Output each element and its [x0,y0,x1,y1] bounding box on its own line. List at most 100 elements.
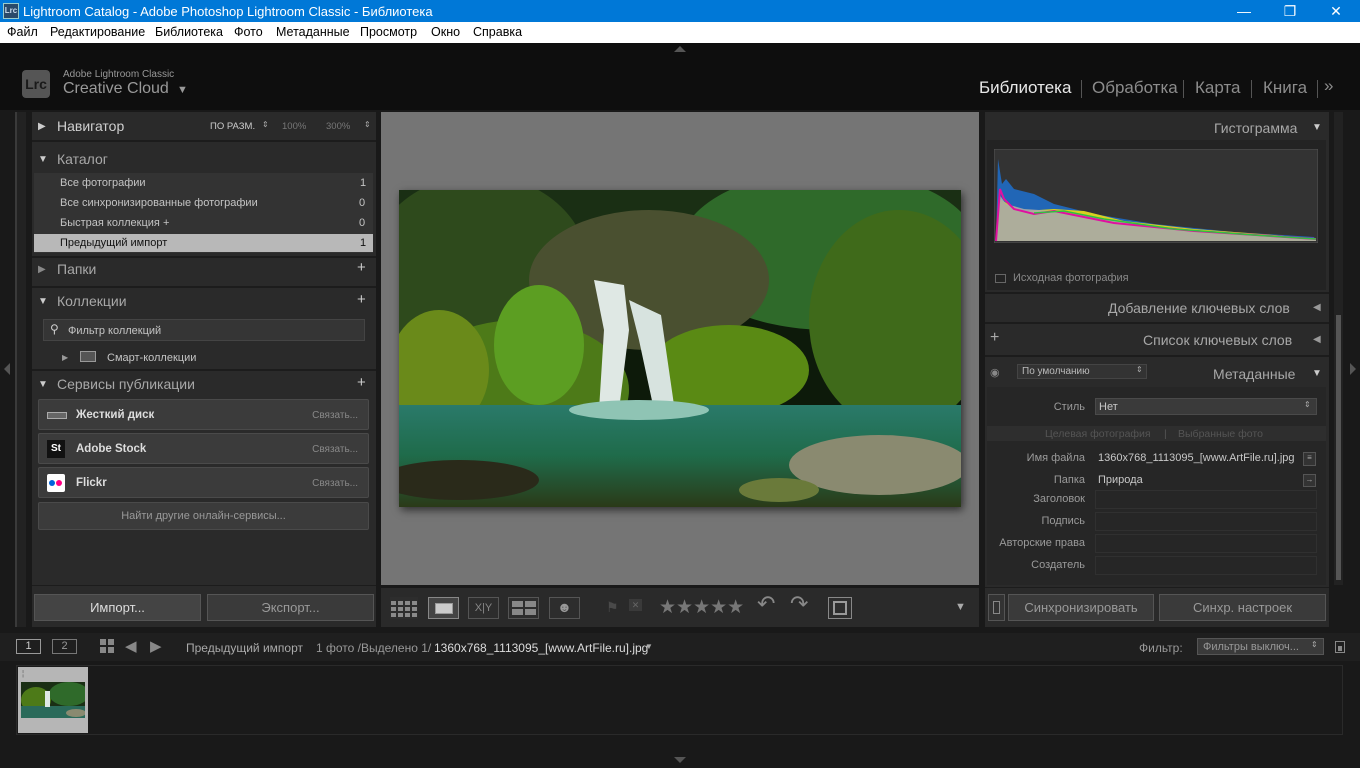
style-select[interactable] [1095,398,1317,415]
selected-photos-tab[interactable]: Выбранные фото [1178,428,1263,440]
loupe-view-icon[interactable] [428,597,459,619]
second-window-button[interactable]: 2 [52,639,77,654]
copyright-field[interactable] [1095,534,1317,553]
collapse-bottom-icon[interactable] [674,757,686,763]
modules-more-icon[interactable]: » [1324,76,1333,96]
module-book[interactable]: Книга [1263,78,1307,98]
export-button[interactable]: Экспорт... [207,594,374,621]
publish-connect-link[interactable]: Связать... [312,410,358,421]
people-view-icon[interactable]: ☻ [549,597,580,619]
collections-collapse-icon[interactable]: ▼ [38,296,48,307]
title-field[interactable] [1095,490,1317,509]
toolbar-menu-icon[interactable]: ▼ [955,601,966,613]
keywording-expand-icon[interactable]: ◀ [1313,302,1321,313]
publish-flickr[interactable]: Flickr Связать... [38,467,369,498]
identity-dropdown-icon[interactable]: ▼ [177,84,188,96]
filmstrip-thumbnail-cell[interactable]: ¦ [18,667,88,733]
module-develop[interactable]: Обработка [1092,78,1178,98]
navigator-expand-icon[interactable]: ▶ [38,121,46,132]
publish-adobe-stock[interactable]: St Adobe Stock Связать... [38,433,369,464]
minimize-button[interactable]: — [1221,0,1267,22]
add-publish-service-icon[interactable]: + [357,374,366,391]
smart-collections-expand-icon[interactable]: ▶ [62,353,68,362]
add-keyword-icon[interactable]: + [990,329,999,347]
metadata-collapse-icon[interactable]: ▼ [1312,368,1322,379]
main-window-button[interactable]: 1 [16,639,41,654]
navigator-title[interactable]: Навигатор [57,118,124,134]
folders-title[interactable]: Папки [57,261,96,277]
menu-help[interactable]: Справка [473,25,522,39]
import-button[interactable]: Импорт... [34,594,201,621]
collapse-top-icon[interactable] [674,46,686,52]
flag-pick-icon[interactable]: ⚑ [606,599,619,616]
auto-sync-switch[interactable] [988,594,1005,621]
flag-reject-icon[interactable]: ✕ [629,599,642,611]
keyword-list-expand-icon[interactable]: ◀ [1313,334,1321,345]
star-rating[interactable]: ★★★★★ [659,596,744,619]
collapse-left-icon[interactable] [4,363,10,375]
metadata-title[interactable]: Метаданные [1213,366,1295,382]
rename-icon[interactable]: ≡ [1303,452,1316,466]
menu-window[interactable]: Окно [431,25,460,39]
filename-value[interactable]: 1360x768_1113095_[www.ArtFile.ru].jpg [1098,452,1295,464]
catalog-item-quick[interactable]: Быстрая коллекция + [60,217,169,229]
caption-field[interactable] [1095,512,1317,531]
survey-view-icon[interactable] [508,597,539,619]
catalog-item-previous[interactable]: Предыдущий импорт [60,237,167,249]
find-more-services-button[interactable]: Найти другие онлайн-сервисы... [38,502,369,530]
folders-expand-icon[interactable]: ▶ [38,264,46,275]
creator-field[interactable] [1095,556,1317,575]
scroll-thumb[interactable] [1336,315,1341,580]
compare-view-icon[interactable]: X|Y [468,597,499,619]
rotate-left-icon[interactable]: ↶ [757,591,775,617]
maximize-button[interactable]: ❐ [1267,0,1313,22]
catalog-collapse-icon[interactable]: ▼ [38,154,48,165]
publish-hard-drive[interactable]: Жесткий диск Связать... [38,399,369,430]
filename-dropdown-icon[interactable]: ▼ [645,642,653,651]
filmstrip-source[interactable]: Предыдущий импорт [186,641,303,655]
publish-collapse-icon[interactable]: ▼ [38,379,48,390]
histogram-title[interactable]: Гистограмма [1214,120,1297,136]
original-photo-checkbox[interactable] [995,274,1006,283]
target-photo-tab[interactable]: Целевая фотография [1045,428,1151,440]
back-arrow-icon[interactable]: ◀ [125,637,137,655]
go-to-folder-icon[interactable]: → [1303,474,1316,487]
rotate-right-icon[interactable]: ↷ [790,591,808,617]
publish-title[interactable]: Сервисы публикации [57,376,195,392]
menu-photo[interactable]: Фото [234,25,263,39]
grid-view-icon[interactable] [390,597,418,619]
catalog-item-all[interactable]: Все фотографии [60,177,146,189]
menu-edit[interactable]: Редактирование [50,25,145,39]
add-collection-icon[interactable]: + [357,291,366,308]
add-folder-icon[interactable]: + [357,259,366,276]
menu-metadata[interactable]: Метаданные [276,25,350,39]
collections-title[interactable]: Коллекции [57,293,127,309]
forward-arrow-icon[interactable]: ▶ [150,637,162,655]
publish-connect-link[interactable]: Связать... [312,478,358,489]
filmstrip-thumbnail[interactable] [21,682,85,718]
sync-settings-button[interactable]: Синхр. настроек [1159,594,1326,621]
keyword-list-title[interactable]: Список ключевых слов [1143,332,1292,348]
collapse-right-icon[interactable] [1350,363,1356,375]
menu-library[interactable]: Библиотека [155,25,223,39]
menu-view[interactable]: Просмотр [360,25,417,39]
crop-icon[interactable] [828,597,852,619]
main-photo[interactable] [399,190,961,507]
catalog-title[interactable]: Каталог [57,151,108,167]
eye-icon[interactable]: ◉ [990,366,1000,379]
keywording-title[interactable]: Добавление ключевых слов [1108,300,1290,316]
filmstrip-filename[interactable]: 1360x768_1113095_[www.ArtFile.ru].jpg [434,641,648,655]
sync-button[interactable]: Синхронизировать [1008,594,1154,621]
menu-file[interactable]: Файл [7,25,38,39]
filter-lock-icon[interactable] [1335,641,1345,653]
zoom-100[interactable]: 100% [282,121,306,132]
grid-shortcut-icon[interactable] [100,639,114,656]
module-map[interactable]: Карта [1195,78,1241,98]
smart-collections-label[interactable]: Смарт-коллекции [107,352,196,364]
zoom-300[interactable]: 300% [326,121,350,132]
publish-connect-link[interactable]: Связать... [312,444,358,455]
histogram-collapse-icon[interactable]: ▼ [1312,122,1322,133]
left-panel-scrollbar[interactable] [15,112,26,627]
module-library[interactable]: Библиотека [979,78,1071,98]
zoom-fit[interactable]: ПО РАЗМ. [210,121,255,132]
